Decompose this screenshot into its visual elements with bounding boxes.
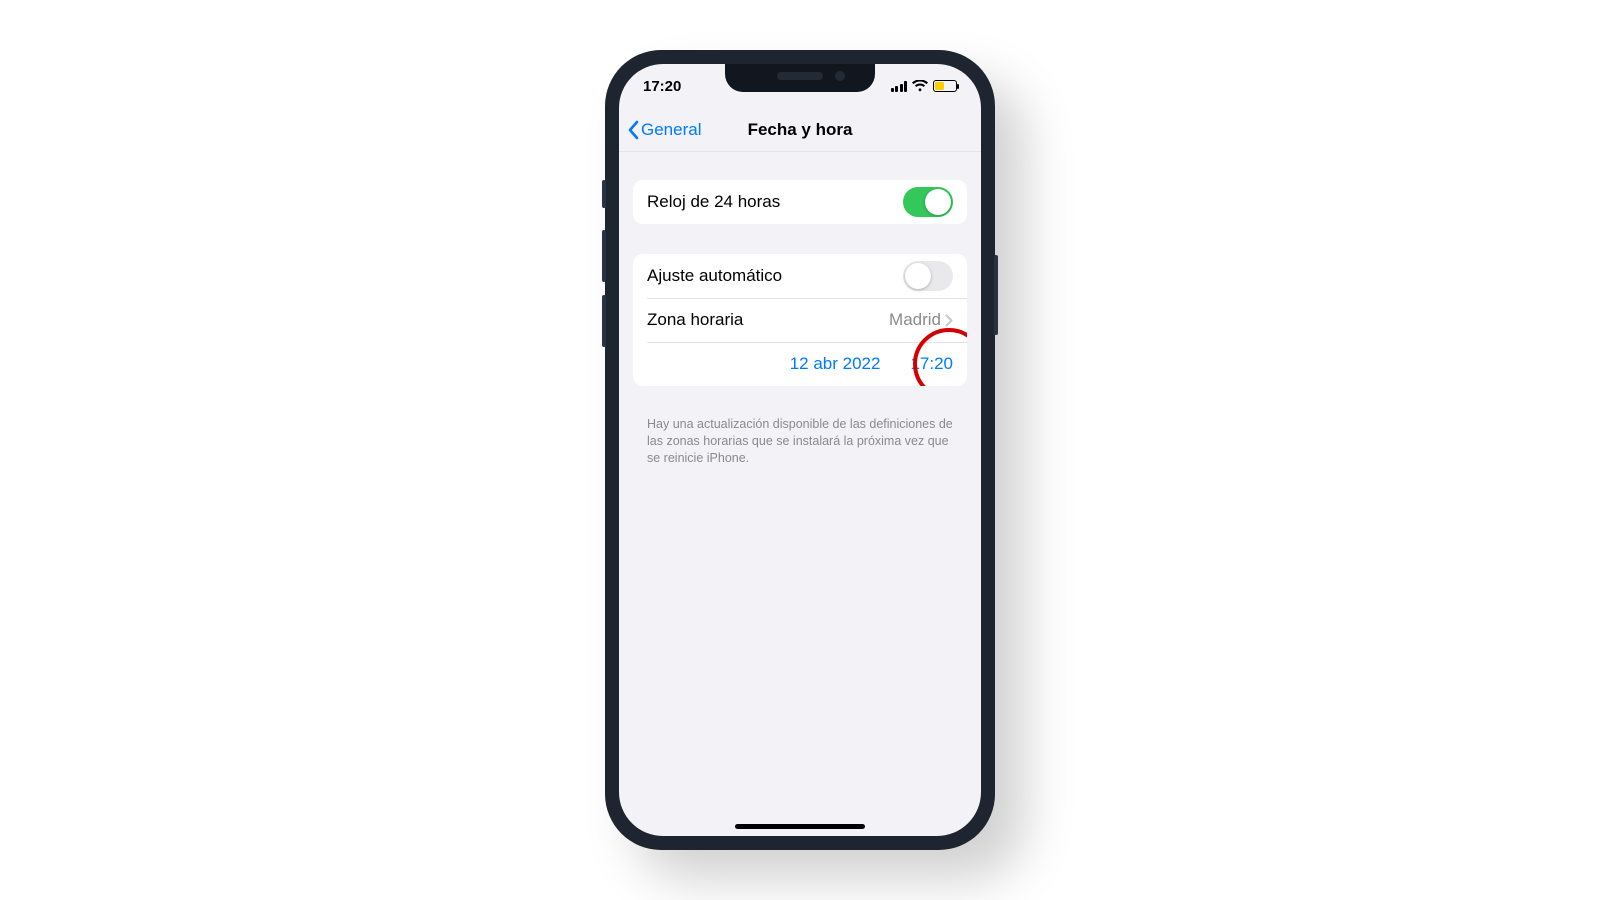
back-button[interactable]: General: [627, 108, 701, 151]
row-auto-set[interactable]: Ajuste automático: [633, 254, 967, 298]
iphone-frame: 17:20 General Fecha y hora Reloj de 24 h…: [605, 50, 995, 850]
row-label: Ajuste automático: [647, 266, 782, 286]
status-time: 17:20: [643, 78, 681, 95]
footer-note: Hay una actualización disponible de las …: [647, 416, 953, 467]
toggle-24h-clock[interactable]: [903, 187, 953, 217]
back-label: General: [641, 120, 701, 140]
notch: [725, 64, 875, 92]
cellular-icon: [891, 81, 908, 92]
group-clock: Reloj de 24 horas: [633, 180, 967, 224]
battery-icon: [933, 80, 957, 92]
silence-switch: [602, 180, 606, 208]
toggle-auto-set[interactable]: [903, 261, 953, 291]
page-title: Fecha y hora: [748, 120, 853, 140]
timezone-text: Madrid: [889, 310, 941, 330]
row-label: Zona horaria: [647, 310, 743, 330]
row-date-time: 12 abr 2022 17:20: [633, 342, 967, 386]
home-indicator[interactable]: [735, 824, 865, 829]
chevron-right-icon: [945, 314, 953, 327]
group-datetime: Ajuste automático Zona horaria Madrid 12…: [633, 254, 967, 386]
volume-up-button: [602, 230, 606, 282]
row-24h-clock[interactable]: Reloj de 24 horas: [633, 180, 967, 224]
content: Reloj de 24 horas Ajuste automático Zona…: [619, 152, 981, 836]
time-button[interactable]: 17:20: [910, 354, 953, 374]
nav-bar: General Fecha y hora: [619, 108, 981, 152]
date-button[interactable]: 12 abr 2022: [790, 354, 881, 374]
row-timezone[interactable]: Zona horaria Madrid: [633, 298, 967, 342]
timezone-value: Madrid: [889, 310, 953, 330]
status-right: [891, 80, 958, 92]
power-button: [994, 255, 998, 335]
chevron-left-icon: [627, 120, 639, 140]
wifi-icon: [912, 80, 928, 92]
screen: 17:20 General Fecha y hora Reloj de 24 h…: [619, 64, 981, 836]
row-label: Reloj de 24 horas: [647, 192, 780, 212]
volume-down-button: [602, 295, 606, 347]
